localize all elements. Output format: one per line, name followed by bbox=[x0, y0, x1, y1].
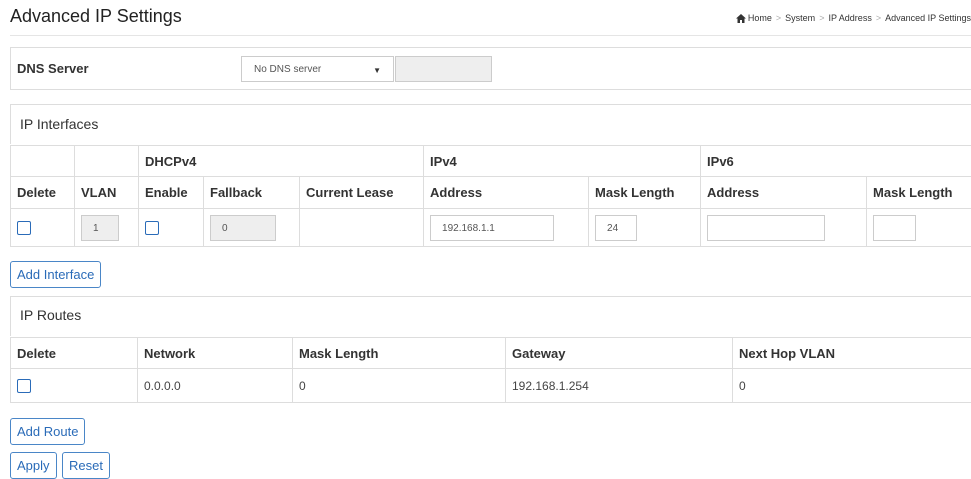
page-title: Advanced IP Settings bbox=[10, 6, 182, 27]
gateway-cell: 192.168.1.254 bbox=[506, 369, 733, 403]
fallback-cell: 0 bbox=[204, 209, 300, 247]
delete-cell bbox=[11, 209, 75, 247]
apply-button[interactable]: Apply bbox=[10, 452, 57, 479]
add-route-button[interactable]: Add Route bbox=[10, 418, 85, 445]
ipv6-group-header: IPv6 bbox=[701, 146, 971, 177]
next-hop-vlan-column-header: Next Hop VLAN bbox=[733, 338, 971, 369]
delete-checkbox[interactable] bbox=[17, 221, 31, 235]
dns-server-label: DNS Server bbox=[17, 61, 89, 76]
vlan-cell: 1 bbox=[75, 209, 139, 247]
current-lease-column-header: Current Lease bbox=[300, 177, 424, 209]
gateway-column-header: Gateway bbox=[506, 338, 733, 369]
delete-column-header: Delete bbox=[11, 177, 75, 209]
breadcrumb-current: Advanced IP Settings bbox=[885, 13, 971, 23]
home-icon bbox=[736, 14, 746, 23]
ip-interfaces-table: DHCPv4 IPv4 IPv6 Delete VLAN Enable Fall… bbox=[10, 145, 971, 247]
breadcrumb-separator: > bbox=[876, 13, 881, 23]
dns-server-select[interactable]: No DNS server ▼ bbox=[241, 56, 394, 82]
ipv4-address-cell: 192.168.1.1 bbox=[424, 209, 589, 247]
ip-routes-table: Delete Network Mask Length Gateway Next … bbox=[10, 337, 971, 403]
caret-down-icon: ▼ bbox=[373, 66, 381, 75]
mask-length-cell: 0 bbox=[293, 369, 506, 403]
ipv4-group-header: IPv4 bbox=[424, 146, 701, 177]
ip-routes-title: IP Routes bbox=[20, 307, 81, 323]
header-spacer bbox=[75, 146, 139, 177]
ipv4-address-input[interactable]: 192.168.1.1 bbox=[430, 215, 554, 241]
vlan-input: 1 bbox=[81, 215, 119, 241]
ip-interfaces-title: IP Interfaces bbox=[20, 116, 98, 132]
ipv6-mask-column-header: Mask Length bbox=[867, 177, 971, 209]
header-divider bbox=[10, 35, 971, 36]
network-cell: 0.0.0.0 bbox=[138, 369, 293, 403]
dns-server-value-input bbox=[395, 56, 492, 82]
mask-length-column-header: Mask Length bbox=[293, 338, 506, 369]
ipv4-mask-input[interactable]: 24 bbox=[595, 215, 637, 241]
ipv4-address-column-header: Address bbox=[424, 177, 589, 209]
add-interface-button[interactable]: Add Interface bbox=[10, 261, 101, 288]
fallback-column-header: Fallback bbox=[204, 177, 300, 209]
breadcrumb-system[interactable]: System bbox=[785, 13, 815, 23]
delete-cell bbox=[11, 369, 138, 403]
enable-cell bbox=[139, 209, 204, 247]
dns-server-panel: DNS Server No DNS server ▼ bbox=[10, 47, 971, 90]
ipv6-address-cell bbox=[701, 209, 867, 247]
ip-interfaces-section: IP Interfaces bbox=[10, 104, 971, 144]
ipv4-mask-cell: 24 bbox=[589, 209, 701, 247]
ipv6-address-column-header: Address bbox=[701, 177, 867, 209]
breadcrumb-separator: > bbox=[776, 13, 781, 23]
network-column-header: Network bbox=[138, 338, 293, 369]
ipv6-mask-cell bbox=[867, 209, 971, 247]
next-hop-vlan-cell: 0 bbox=[733, 369, 971, 403]
dhcpv4-group-header: DHCPv4 bbox=[139, 146, 424, 177]
table-row: 1 0 192.168.1.1 24 bbox=[11, 209, 971, 247]
delete-checkbox[interactable] bbox=[17, 379, 31, 393]
header-spacer bbox=[11, 146, 75, 177]
breadcrumb-home[interactable]: Home bbox=[748, 13, 772, 23]
breadcrumb-separator: > bbox=[819, 13, 824, 23]
dns-server-select-value: No DNS server bbox=[254, 64, 321, 75]
dhcp-enable-checkbox[interactable] bbox=[145, 221, 159, 235]
vlan-column-header: VLAN bbox=[75, 177, 139, 209]
ipv6-address-input[interactable] bbox=[707, 215, 825, 241]
breadcrumb: Home > System > IP Address > Advanced IP… bbox=[736, 13, 971, 23]
enable-column-header: Enable bbox=[139, 177, 204, 209]
ipv6-mask-input[interactable] bbox=[873, 215, 916, 241]
ip-routes-section: IP Routes bbox=[10, 296, 971, 336]
delete-column-header: Delete bbox=[11, 338, 138, 369]
table-row: 0.0.0.0 0 192.168.1.254 0 bbox=[11, 369, 971, 403]
fallback-input: 0 bbox=[210, 215, 276, 241]
current-lease-cell bbox=[300, 209, 424, 247]
breadcrumb-ip-address[interactable]: IP Address bbox=[828, 13, 871, 23]
ipv4-mask-column-header: Mask Length bbox=[589, 177, 701, 209]
reset-button[interactable]: Reset bbox=[62, 452, 110, 479]
